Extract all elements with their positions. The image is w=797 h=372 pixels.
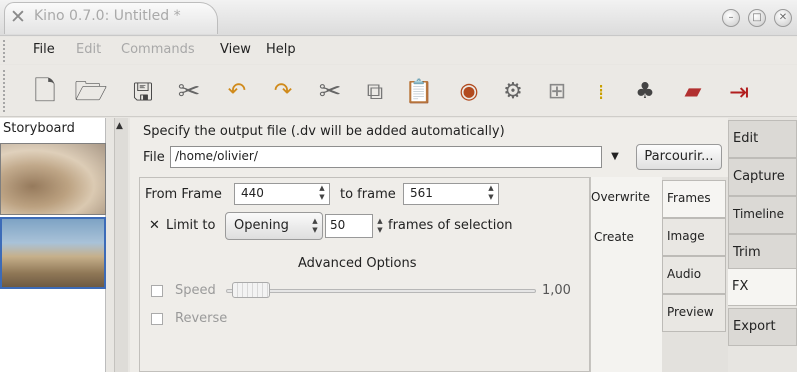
limit-frames-input[interactable]: 50 bbox=[325, 214, 373, 238]
toolbar-grip[interactable] bbox=[3, 70, 9, 112]
new-file-icon[interactable]: 🗋 bbox=[28, 75, 62, 109]
storyboard-thumbnail[interactable] bbox=[0, 143, 106, 215]
storyboard-thumbnail-selected[interactable] bbox=[0, 217, 106, 289]
menu-edit[interactable]: Edit bbox=[76, 42, 101, 57]
redo-icon[interactable]: ↷ bbox=[266, 75, 300, 109]
window-title: Kino 0.7.0: Untitled * bbox=[34, 8, 181, 24]
frames-of-selection-label: frames of selection bbox=[388, 218, 513, 233]
tab-preview[interactable]: Preview bbox=[662, 294, 726, 332]
export-mode-tabs bbox=[590, 177, 662, 372]
storyboard-label: Storyboard bbox=[3, 121, 75, 136]
plugin-icon[interactable]: ▰ bbox=[676, 75, 710, 109]
file-label: File bbox=[143, 150, 165, 165]
menu-file[interactable]: File bbox=[33, 42, 55, 57]
file-path-input[interactable]: /home/olivier/ bbox=[170, 146, 602, 168]
output-file-hint: Specify the output file (.dv will be add… bbox=[143, 124, 505, 139]
tab-overwrite[interactable]: Overwrite bbox=[591, 190, 655, 204]
browse-button[interactable]: Parcourir... bbox=[636, 144, 722, 170]
cut-icon[interactable]: ✂ bbox=[313, 75, 347, 109]
limit-label: Limit to bbox=[166, 218, 216, 233]
menu-view[interactable]: View bbox=[220, 42, 251, 57]
reverse-label: Reverse bbox=[175, 311, 228, 326]
minimize-icon[interactable]: – bbox=[722, 9, 740, 27]
tab-capture[interactable]: Capture bbox=[728, 158, 797, 196]
publish-icon[interactable]: ♣ bbox=[628, 75, 662, 109]
limit-checkbox[interactable]: ✕ bbox=[149, 218, 160, 233]
kino-app-icon: ✕ bbox=[10, 6, 26, 28]
save-icon[interactable]: 🖫 bbox=[126, 75, 160, 109]
limit-mode-spinner-icon[interactable]: ▲ ▼ bbox=[309, 217, 321, 237]
from-frame-spinner-icon[interactable]: ▲ ▼ bbox=[316, 184, 328, 204]
tab-create[interactable]: Create bbox=[594, 230, 658, 244]
join-icon[interactable]: ⁞ bbox=[584, 75, 618, 109]
maximize-icon[interactable]: □ bbox=[748, 9, 766, 27]
advanced-options-label: Advanced Options bbox=[298, 256, 417, 271]
dropdown-arrow-icon[interactable]: ▼ bbox=[604, 146, 626, 168]
frames-options-box bbox=[139, 177, 590, 372]
storyboard-scrollbar[interactable] bbox=[114, 118, 128, 372]
tab-edit[interactable]: Edit bbox=[728, 120, 797, 158]
menu-bar bbox=[0, 37, 797, 64]
to-frame-label: to frame bbox=[340, 187, 396, 202]
tab-frames[interactable]: Frames bbox=[662, 180, 726, 218]
reverse-checkbox[interactable] bbox=[151, 313, 163, 325]
capture-icon[interactable]: ◉ bbox=[452, 75, 486, 109]
limit-frames-spinner-icon[interactable]: ▲ ▼ bbox=[374, 217, 386, 237]
tab-audio[interactable]: Audio bbox=[662, 256, 726, 294]
to-frame-spinner-icon[interactable]: ▲ ▼ bbox=[485, 184, 497, 204]
preferences-icon[interactable]: ✂ bbox=[172, 75, 206, 109]
tab-timeline[interactable]: Timeline bbox=[728, 196, 797, 234]
from-frame-label: From Frame bbox=[145, 187, 222, 202]
open-folder-icon[interactable]: 🗁 bbox=[74, 75, 108, 109]
menu-help[interactable]: Help bbox=[266, 42, 296, 57]
copy-icon[interactable]: ⧉ bbox=[358, 75, 392, 109]
exit-icon[interactable]: ⇥ bbox=[722, 75, 756, 109]
close-icon[interactable]: ✕ bbox=[774, 9, 792, 27]
speed-slider-handle[interactable] bbox=[232, 282, 270, 298]
undo-icon[interactable]: ↶ bbox=[220, 75, 254, 109]
tab-trim[interactable]: Trim bbox=[728, 234, 797, 272]
speed-checkbox[interactable] bbox=[151, 285, 163, 297]
effects-icon[interactable]: ⚙ bbox=[496, 75, 530, 109]
speed-value: 1,00 bbox=[542, 283, 571, 298]
paste-icon[interactable]: 📋 bbox=[402, 75, 436, 109]
split-icon[interactable]: ⊞ bbox=[540, 75, 574, 109]
tab-export[interactable]: Export bbox=[728, 308, 797, 346]
tab-fx[interactable]: FX bbox=[728, 268, 797, 306]
menu-commands[interactable]: Commands bbox=[121, 42, 195, 57]
limit-mode-value: Opening bbox=[234, 218, 289, 233]
menubar-grip[interactable] bbox=[3, 40, 9, 62]
tab-image[interactable]: Image bbox=[662, 218, 726, 256]
speed-slider[interactable] bbox=[226, 289, 536, 293]
scroll-up-icon[interactable]: ▲ bbox=[116, 121, 123, 131]
speed-label: Speed bbox=[175, 283, 216, 298]
